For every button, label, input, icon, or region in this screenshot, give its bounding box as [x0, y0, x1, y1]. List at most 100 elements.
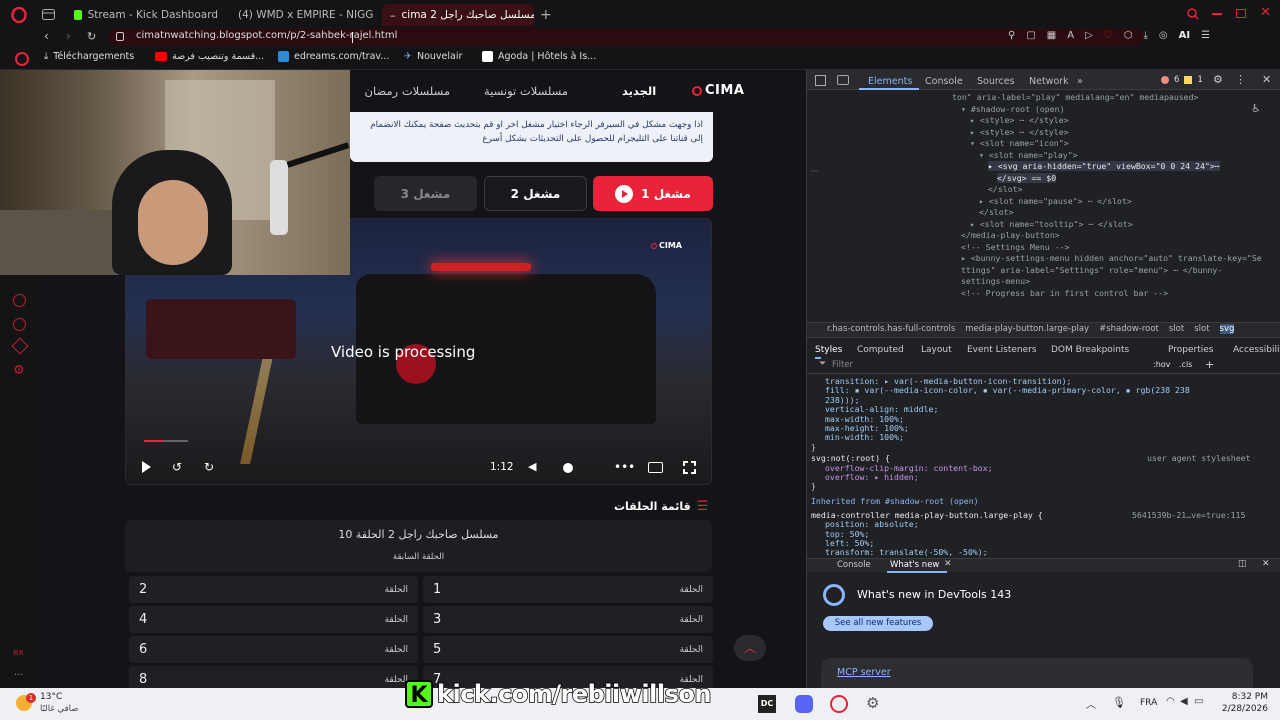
- tab-elements[interactable]: Elements: [868, 76, 912, 87]
- breadcrumb-item[interactable]: media-play-button.large-play: [965, 324, 1089, 334]
- wifi-icon[interactable]: ◠: [1166, 696, 1175, 707]
- extensions-sidebar-icon[interactable]: [11, 337, 29, 355]
- ai-icon[interactable]: AI: [1179, 30, 1190, 41]
- episode-item[interactable]: 1 الحلقة: [423, 576, 713, 603]
- url-text[interactable]: cimatnwatching.blogspot.com/p/2-sahbek-r…: [136, 30, 397, 41]
- easy-setup-icon[interactable]: ▦: [1047, 30, 1056, 41]
- scroll-top-button[interactable]: ︿: [734, 635, 766, 661]
- tab-cima[interactable]: – مسلسل صاحبك راجل 2 cima: [382, 4, 534, 26]
- nav-tunisian-series[interactable]: مسلسلات تونسية: [484, 84, 568, 98]
- close-devtools-icon[interactable]: ✕: [1262, 73, 1271, 86]
- styles-tab[interactable]: DOM Breakpoints: [1051, 345, 1129, 355]
- history-icon[interactable]: [13, 318, 26, 331]
- translate-icon[interactable]: A: [1067, 30, 1074, 41]
- dom-node[interactable]: ▾ <slot name="play">: [979, 150, 1078, 160]
- battery-icon[interactable]: ▭: [1194, 696, 1203, 707]
- extensions-icon[interactable]: ⬡: [1124, 30, 1133, 41]
- settings-icon[interactable]: ⚙: [1213, 73, 1223, 86]
- dc-app-icon[interactable]: DC: [758, 695, 776, 713]
- rewind-icon[interactable]: ↺: [172, 460, 182, 474]
- settings-taskbar-icon[interactable]: ⚙: [866, 694, 879, 712]
- drawer-tab-whats-new[interactable]: What's new: [890, 560, 939, 570]
- dom-node[interactable]: </slot>: [979, 207, 1014, 217]
- clock-time[interactable]: 8:32 PM: [1222, 692, 1268, 702]
- menu-icon[interactable]: ☰: [1201, 30, 1210, 41]
- episode-item[interactable]: 5 الحلقة: [423, 636, 713, 663]
- issue-counters[interactable]: 6 1: [1161, 75, 1203, 85]
- progress-bar[interactable]: [144, 440, 188, 442]
- cls-toggle[interactable]: .cls: [1179, 360, 1192, 369]
- minimize-icon[interactable]: [1212, 13, 1222, 15]
- screenshot-icon[interactable]: ▢: [1026, 30, 1035, 41]
- dom-node[interactable]: </slot>: [988, 184, 1023, 194]
- opera-ai-icon[interactable]: [15, 52, 29, 66]
- maximize-icon[interactable]: [1236, 9, 1246, 18]
- tray-chevron-icon[interactable]: ︿: [1086, 696, 1096, 711]
- heart-icon[interactable]: ♡: [1104, 30, 1113, 41]
- forward-icon[interactable]: ↻: [204, 460, 214, 474]
- settings-icon[interactable]: ⚙: [13, 363, 25, 378]
- breadcrumb-item[interactable]: svg: [1219, 324, 1235, 334]
- bookmark-downloads[interactable]: ⤓ Téléchargements: [44, 51, 134, 62]
- drawer-tab-console[interactable]: Console: [837, 560, 871, 570]
- add-rule-icon[interactable]: +: [1205, 358, 1214, 371]
- new-tab-icon[interactable]: +: [540, 7, 552, 23]
- styles-tab[interactable]: Accessibility: [1233, 345, 1280, 355]
- mic-icon[interactable]: 🎙: [1112, 696, 1126, 709]
- tab-sources[interactable]: Sources: [977, 76, 1015, 87]
- pin-icon[interactable]: ⚲: [1008, 30, 1015, 41]
- hov-toggle[interactable]: :hov: [1153, 360, 1170, 369]
- dom-node[interactable]: ▾ <slot name="icon">: [970, 138, 1069, 148]
- more-options-icon[interactable]: ···: [14, 670, 24, 681]
- episode-item[interactable]: 6 الحلقة: [129, 636, 418, 663]
- tab-network[interactable]: Network: [1029, 76, 1069, 87]
- dom-node[interactable]: ▸ <bunny-settings-menu hidden anchor="au…: [961, 253, 1262, 263]
- download-icon[interactable]: ⤓: [1143, 30, 1147, 41]
- tab-manager-icon[interactable]: [42, 9, 55, 20]
- tab-console[interactable]: Console: [925, 76, 963, 87]
- account-icon[interactable]: ◎: [1159, 30, 1168, 41]
- volume-icon[interactable]: ◀: [1180, 696, 1188, 707]
- dom-node[interactable]: </svg> == $0: [997, 172, 1057, 183]
- opera-taskbar-icon[interactable]: [830, 695, 848, 713]
- player-sidebar-icon[interactable]: [13, 294, 26, 307]
- play-icon[interactable]: [142, 461, 151, 473]
- see-all-features-button[interactable]: See all new features: [823, 616, 933, 631]
- previous-episode-link[interactable]: الحلقة السابقة: [125, 552, 712, 562]
- dom-node[interactable]: ▸ <slot name="tooltip"> ⋯ </slot>: [970, 219, 1133, 229]
- back-icon[interactable]: ‹: [44, 29, 49, 43]
- bookmark-youtube[interactable]: قسمة وتنصيب فرصة...: [155, 51, 264, 62]
- clock-date[interactable]: 2/28/2026: [1212, 704, 1268, 714]
- mcp-server-link[interactable]: MCP server: [837, 667, 891, 678]
- server-2-button[interactable]: مشغل 2: [484, 176, 587, 211]
- settings-dots-icon[interactable]: •••: [614, 460, 635, 474]
- breadcrumb-item[interactable]: slot: [1169, 324, 1184, 334]
- dom-node[interactable]: ▸ <style> ⋯ </style>: [970, 127, 1069, 137]
- episode-item[interactable]: 4 الحلقة: [129, 606, 418, 633]
- more-vert-icon[interactable]: ⋮: [1235, 73, 1246, 86]
- reload-icon[interactable]: ↻: [87, 30, 96, 43]
- close-drawer-tab-icon[interactable]: ✕: [944, 559, 952, 569]
- site-logo[interactable]: CIMA: [692, 83, 744, 98]
- search-icon[interactable]: [1187, 8, 1199, 20]
- forward-icon[interactable]: ›: [66, 29, 71, 43]
- server-3-button[interactable]: مشغل 3: [374, 176, 477, 211]
- styles-tab[interactable]: Properties: [1168, 345, 1213, 355]
- volume-icon[interactable]: ◀: [528, 460, 536, 473]
- nav-ramadan-series[interactable]: مسلسلات رمضان: [350, 84, 450, 98]
- episode-item[interactable]: 2 الحلقة: [129, 576, 418, 603]
- styles-tab[interactable]: Layout: [921, 345, 952, 355]
- dom-node[interactable]: settings-menu>: [961, 276, 1030, 286]
- volume-slider[interactable]: [563, 463, 573, 473]
- tab-youtube[interactable]: (4) WMD x EMPIRE - NIGG: [224, 4, 374, 26]
- close-drawer-icon[interactable]: ✕: [1262, 559, 1270, 569]
- inspect-icon[interactable]: [815, 75, 826, 86]
- nav-new[interactable]: الجديد: [622, 84, 656, 98]
- dom-node[interactable]: ▸ <slot name="pause"> ⋯ </slot>: [979, 196, 1132, 206]
- play-icon[interactable]: ▷: [1085, 30, 1093, 41]
- breadcrumb-item[interactable]: r.has-controls.has-full-controls: [827, 324, 955, 334]
- pip-icon[interactable]: [648, 462, 663, 473]
- styles-tab[interactable]: Styles: [815, 345, 842, 355]
- styles-tab[interactable]: Event Listeners: [967, 345, 1037, 355]
- opera-logo-icon[interactable]: [11, 7, 27, 23]
